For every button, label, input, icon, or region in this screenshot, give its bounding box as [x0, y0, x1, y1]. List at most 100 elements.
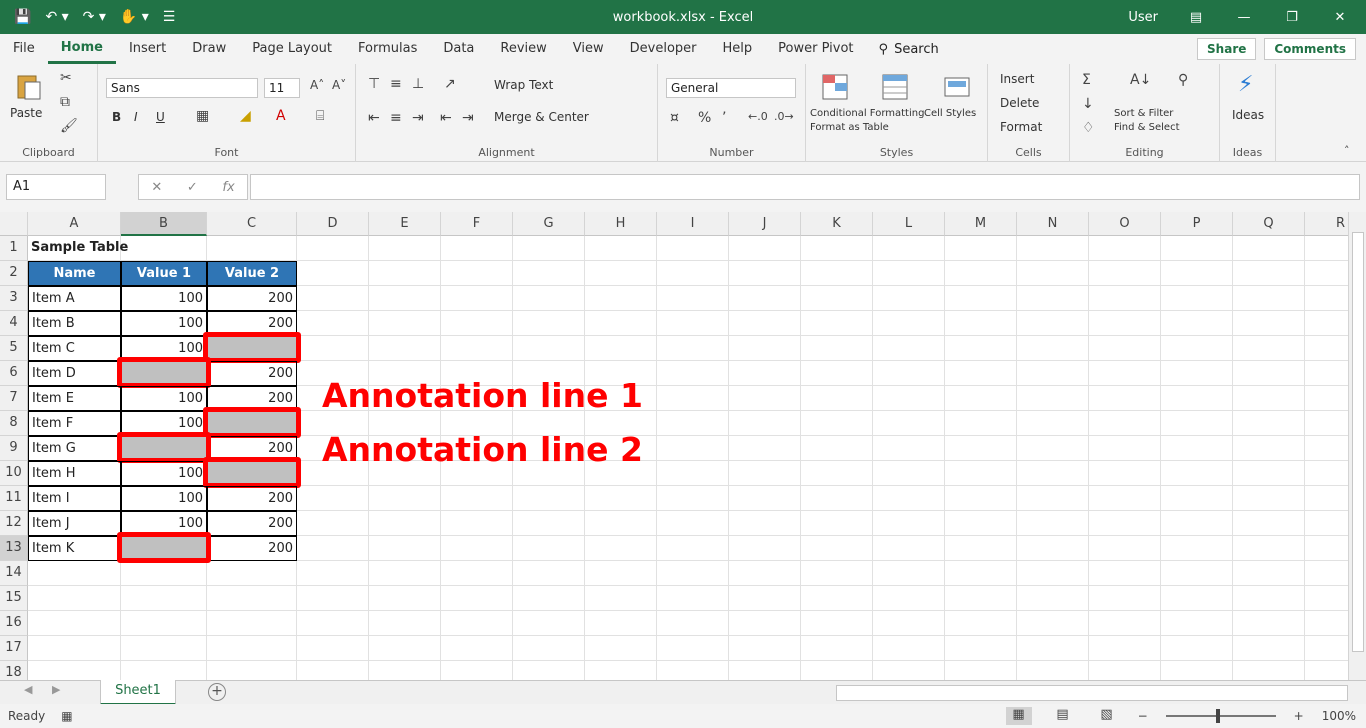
macro-record-icon[interactable]: ▦: [45, 709, 72, 723]
sort-filter-icon[interactable]: A↓: [1130, 72, 1151, 88]
phonetic-icon[interactable]: ⌸: [316, 108, 324, 124]
paste-button[interactable]: Paste: [10, 106, 42, 120]
column-header-j[interactable]: J: [729, 212, 801, 236]
vertical-scrollbar[interactable]: [1348, 212, 1366, 680]
add-sheet-button[interactable]: +: [208, 683, 226, 701]
cell-styles-icon[interactable]: [942, 72, 972, 102]
italic-button[interactable]: I: [134, 110, 138, 124]
name-box[interactable]: A1: [6, 174, 106, 200]
row-header-8[interactable]: 8: [0, 411, 28, 436]
tab-file[interactable]: File: [0, 34, 48, 64]
column-header-o[interactable]: O: [1089, 212, 1161, 236]
table-cell-name[interactable]: Item G: [28, 436, 121, 461]
row-header-13[interactable]: 13: [0, 536, 28, 561]
table-cell-value-2[interactable]: 200: [207, 361, 297, 386]
row-header-10[interactable]: 10: [0, 461, 28, 486]
worksheet-grid[interactable]: A B C D E F G H I J K L M N O P Q R 1 2 3 4 5 6 7 8 9 10 11 12 13 14 15 1…: [0, 212, 1366, 680]
table-cell-value-1[interactable]: 100: [121, 486, 207, 511]
share-button[interactable]: Share: [1197, 38, 1257, 60]
table-cell-name[interactable]: Item B: [28, 311, 121, 336]
select-all-corner[interactable]: [0, 212, 28, 236]
wrap-text-button[interactable]: Wrap Text: [494, 78, 553, 92]
tab-view[interactable]: View: [560, 34, 617, 64]
column-header-q[interactable]: Q: [1233, 212, 1305, 236]
column-header-a[interactable]: A: [28, 212, 121, 236]
font-name-select[interactable]: Sans: [106, 78, 258, 98]
table-cell-value-2[interactable]: 200: [207, 536, 297, 561]
copy-icon[interactable]: ⧉: [60, 94, 70, 110]
table-cell-name[interactable]: Item C: [28, 336, 121, 361]
restore-icon[interactable]: ❐: [1282, 10, 1302, 25]
minimize-icon[interactable]: —: [1234, 10, 1254, 25]
format-cells-button[interactable]: Format: [1000, 120, 1042, 134]
table-cell-value-1[interactable]: 100: [121, 311, 207, 336]
row-header-12[interactable]: 12: [0, 511, 28, 536]
column-header-p[interactable]: P: [1161, 212, 1233, 236]
align-middle-icon[interactable]: ≡: [390, 76, 402, 92]
tab-formulas[interactable]: Formulas: [345, 34, 430, 64]
table-header-cell[interactable]: Name: [28, 261, 121, 286]
page-layout-view-icon[interactable]: ▤: [1050, 707, 1076, 725]
row-header-6[interactable]: 6: [0, 361, 28, 386]
undo-icon[interactable]: ↶ ▾: [45, 9, 68, 25]
table-cell-value-2[interactable]: 200: [207, 511, 297, 536]
increase-indent-icon[interactable]: ⇥: [462, 110, 474, 126]
decrease-indent-icon[interactable]: ⇤: [440, 110, 452, 126]
row-header-15[interactable]: 15: [0, 586, 28, 611]
formula-input[interactable]: [250, 174, 1360, 200]
shrink-font-icon[interactable]: A˅: [332, 78, 346, 92]
column-header-i[interactable]: I: [657, 212, 729, 236]
save-icon[interactable]: 💾: [14, 9, 31, 25]
row-header-9[interactable]: 9: [0, 436, 28, 461]
tab-home[interactable]: Home: [47, 34, 116, 64]
table-cell-name[interactable]: Item H: [28, 461, 121, 486]
column-header-l[interactable]: L: [873, 212, 945, 236]
column-header-f[interactable]: F: [441, 212, 513, 236]
horizontal-scrollbar[interactable]: [836, 685, 1348, 701]
conditional-formatting-button[interactable]: Conditional Formatting: [810, 108, 924, 119]
enter-icon[interactable]: ✓: [187, 180, 198, 195]
clear-icon[interactable]: ♢: [1082, 120, 1095, 136]
sheet-tab-active[interactable]: Sheet1: [100, 680, 176, 705]
increase-decimal-icon[interactable]: ←.0: [748, 110, 768, 123]
column-header-b[interactable]: B: [121, 212, 207, 236]
table-cell-name[interactable]: Item D: [28, 361, 121, 386]
orientation-icon[interactable]: ↗: [444, 76, 456, 92]
autosum-icon[interactable]: Σ: [1082, 72, 1091, 88]
ribbon-display-icon[interactable]: ▤: [1186, 10, 1206, 25]
zoom-slider[interactable]: [1165, 709, 1276, 723]
row-header-11[interactable]: 11: [0, 486, 28, 511]
table-cell-name[interactable]: Item I: [28, 486, 121, 511]
accounting-format-icon[interactable]: ¤: [670, 110, 679, 126]
font-color-icon[interactable]: A: [276, 108, 286, 124]
conditional-formatting-icon[interactable]: [820, 72, 850, 102]
decrease-decimal-icon[interactable]: .0→: [774, 110, 794, 123]
grow-font-icon[interactable]: A˄: [310, 78, 324, 92]
table-cell-value-2[interactable]: 200: [207, 286, 297, 311]
bold-button[interactable]: B: [112, 110, 121, 124]
find-select-button[interactable]: Find & Select: [1114, 122, 1180, 133]
column-header-n[interactable]: N: [1017, 212, 1089, 236]
sort-filter-button[interactable]: Sort & Filter: [1114, 108, 1173, 119]
align-top-icon[interactable]: ⊤: [368, 76, 380, 92]
row-header-18[interactable]: 18: [0, 661, 28, 680]
percent-style-icon[interactable]: %: [698, 110, 711, 126]
page-break-view-icon[interactable]: ▧: [1094, 707, 1120, 725]
table-title-cell[interactable]: Sample Table: [28, 236, 208, 261]
align-bottom-icon[interactable]: ⊥: [412, 76, 424, 92]
tab-help[interactable]: Help: [710, 34, 766, 64]
table-cell-value-2[interactable]: 200: [207, 486, 297, 511]
row-header-2[interactable]: 2: [0, 261, 28, 286]
insert-cells-button[interactable]: Insert: [1000, 72, 1034, 86]
table-cell-name[interactable]: Item F: [28, 411, 121, 436]
table-cell-name[interactable]: Item J: [28, 511, 121, 536]
cancel-icon[interactable]: ✕: [151, 180, 162, 195]
lightning-icon[interactable]: ⚡: [1238, 72, 1253, 97]
column-header-h[interactable]: H: [585, 212, 657, 236]
table-header-cell[interactable]: Value 1: [121, 261, 207, 286]
format-as-table-button[interactable]: Format as Table: [810, 122, 889, 133]
fill-color-icon[interactable]: ◢: [240, 108, 251, 124]
column-header-e[interactable]: E: [369, 212, 441, 236]
cell-styles-button[interactable]: Cell Styles: [924, 108, 976, 119]
table-cell-value-1[interactable]: 100: [121, 461, 207, 486]
